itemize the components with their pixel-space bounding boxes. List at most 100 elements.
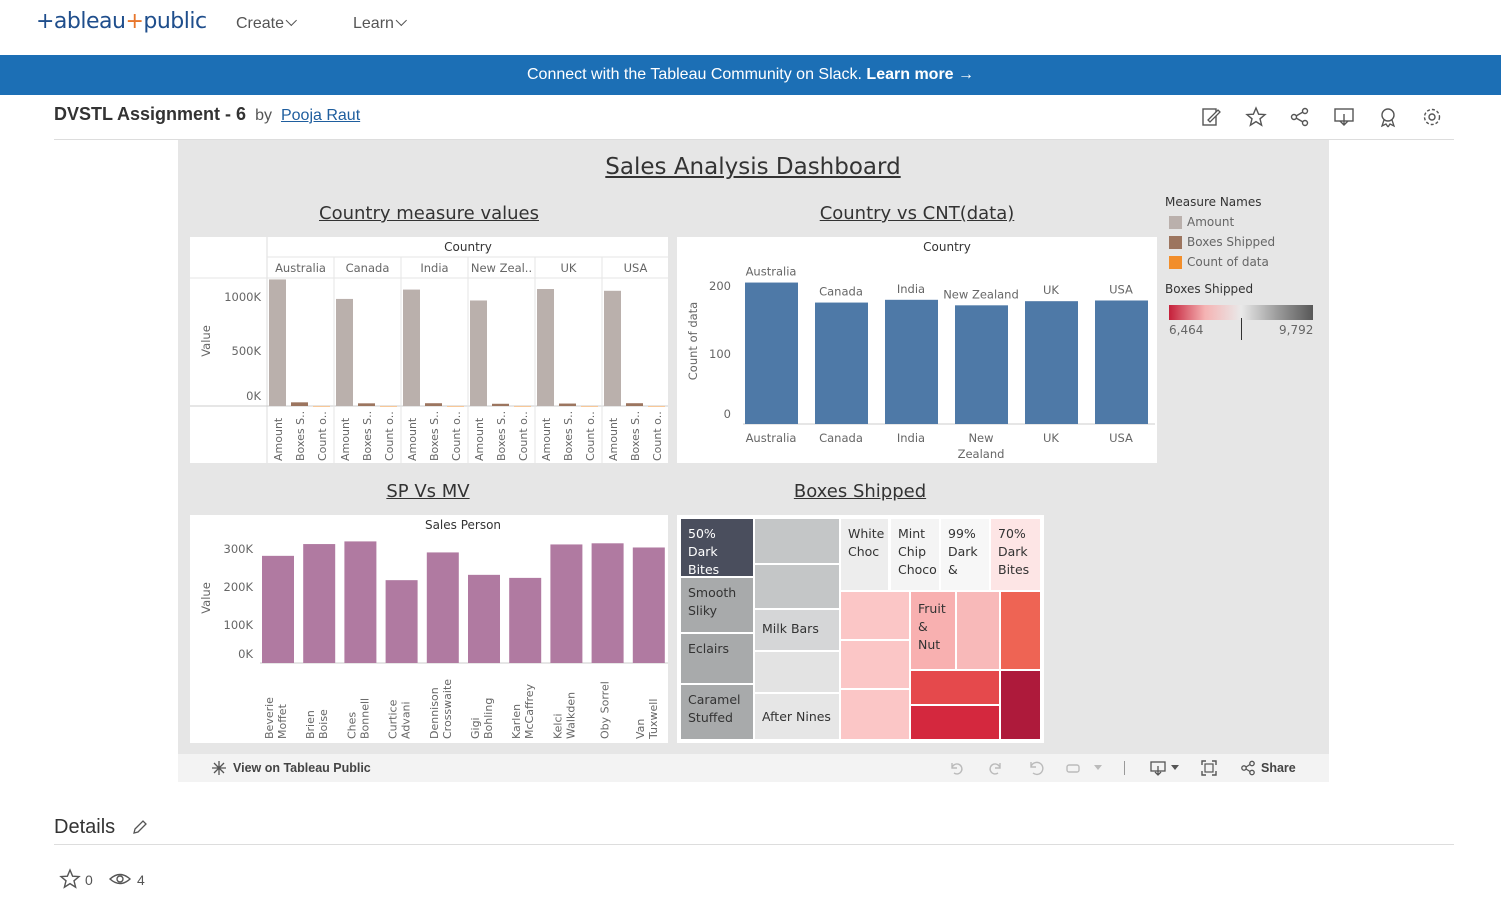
- learn-more-link[interactable]: Learn more →: [866, 66, 974, 83]
- measure-label: Boxes S..: [495, 411, 508, 461]
- legend-item[interactable]: Boxes Shipped: [1187, 235, 1275, 249]
- share-icon[interactable]: [1240, 760, 1256, 776]
- category-label: India: [420, 261, 448, 275]
- bar: [1095, 300, 1148, 424]
- treemap-cell[interactable]: White Choc: [841, 519, 888, 590]
- treemap-cell[interactable]: Caramel Stuffed: [681, 685, 753, 739]
- country-count-chart[interactable]: Country 200 100 0 Count of data Australia Aust…: [677, 237, 1157, 463]
- treemap-cell[interactable]: [755, 519, 839, 563]
- measure-label: Boxes S..: [629, 411, 642, 461]
- chevron-down-icon[interactable]: [1171, 765, 1179, 771]
- dashboard-canvas[interactable]: Sales Analysis Dashboard Country measure…: [178, 140, 1329, 754]
- bar: [632, 547, 665, 663]
- legend-item[interactable]: Amount: [1187, 215, 1234, 229]
- boxes-shipped-treemap[interactable]: 50% Dark Bites Smooth Sliky Eclairs Cara…: [677, 515, 1044, 743]
- treemap-cell[interactable]: [911, 671, 999, 704]
- legend-item[interactable]: Count of data: [1187, 255, 1269, 269]
- pencil-icon[interactable]: [132, 820, 147, 835]
- fullscreen-icon[interactable]: [1201, 760, 1217, 776]
- tableau-public-logo[interactable]: +ableau+public: [36, 9, 207, 34]
- author-link[interactable]: Pooja Raut: [281, 107, 360, 124]
- tableau-icon: [212, 761, 226, 775]
- star-icon[interactable]: [1245, 106, 1267, 128]
- x-tick-label: Karlen: [510, 704, 523, 739]
- measure-label: Boxes S..: [562, 411, 575, 461]
- bar: [492, 403, 509, 406]
- redo-icon[interactable]: [988, 760, 1004, 776]
- data-label: Canada: [819, 285, 863, 299]
- badge-icon[interactable]: [1377, 106, 1399, 128]
- treemap-cell[interactable]: [841, 641, 909, 688]
- bar: [344, 541, 377, 663]
- treemap-cell[interactable]: [841, 690, 909, 739]
- treemap-cell[interactable]: [841, 592, 909, 639]
- treemap-cell[interactable]: [1001, 592, 1040, 669]
- x-tick-label: Zealand: [958, 447, 1005, 461]
- treemap-cell[interactable]: [957, 592, 999, 669]
- treemap-cell[interactable]: Smooth Sliky: [681, 578, 753, 632]
- x-tick-label: New: [968, 431, 993, 445]
- bar: [550, 544, 583, 663]
- treemap-cell[interactable]: 70% Dark Bites: [991, 519, 1040, 590]
- x-tick-label: India: [897, 431, 925, 445]
- bar: [509, 577, 542, 663]
- data-label: USA: [1109, 282, 1133, 296]
- treemap-cell[interactable]: [1001, 671, 1040, 739]
- treemap-cell[interactable]: 50% Dark Bites: [681, 519, 753, 576]
- share-button[interactable]: Share: [1261, 761, 1296, 775]
- edit-icon[interactable]: [1200, 106, 1222, 128]
- viz-title-bar: DVSTL Assignment - 6 by Pooja Raut: [54, 104, 361, 124]
- refresh-icon[interactable]: [1065, 760, 1081, 776]
- download-icon[interactable]: [1150, 760, 1168, 776]
- eye-icon: [108, 873, 132, 885]
- bar: [426, 552, 459, 663]
- treemap-cell[interactable]: [755, 652, 839, 692]
- bar: [581, 405, 598, 407]
- learn-menu[interactable]: Learn: [353, 14, 407, 33]
- bar: [1025, 301, 1078, 424]
- bar: [269, 279, 286, 406]
- undo-icon[interactable]: [948, 760, 964, 776]
- download-icon[interactable]: [1333, 106, 1355, 128]
- gradient-max: 9,792: [1279, 323, 1314, 337]
- treemap-cell[interactable]: Milk Bars: [755, 610, 839, 650]
- y-tick-label: 200K: [224, 580, 254, 594]
- treemap-cell[interactable]: Mint Chip Choco: [891, 519, 939, 590]
- create-menu[interactable]: Create: [236, 14, 297, 33]
- view-on-tableau-link[interactable]: View on Tableau Public: [233, 761, 371, 775]
- x-tick-label: Moffet: [276, 703, 289, 739]
- y-axis-label: Value: [199, 582, 213, 614]
- bar: [514, 405, 531, 407]
- treemap-cell[interactable]: Eclairs: [681, 634, 753, 683]
- country-measure-chart[interactable]: Country 1000K 500K 0K Value Australia Amount Bo…: [190, 237, 668, 463]
- share-icon[interactable]: [1289, 106, 1311, 128]
- treemap-cell[interactable]: After Nines: [755, 694, 839, 739]
- data-label: UK: [1043, 283, 1059, 297]
- treemap-cell[interactable]: [755, 565, 839, 608]
- treemap-cell[interactable]: Fruit & Nut: [911, 592, 955, 669]
- category-label: USA: [624, 261, 648, 275]
- chevron-down-icon[interactable]: [1094, 765, 1102, 771]
- bar: [470, 300, 487, 406]
- measure-label: Amount: [540, 417, 553, 461]
- sp-mv-svg: Sales Person 300K 200K 100K 0K Value Beverie Mo…: [199, 518, 668, 740]
- bar: [885, 299, 938, 424]
- revert-icon[interactable]: [1028, 760, 1044, 776]
- star-icon[interactable]: [59, 868, 81, 890]
- data-label: India: [897, 282, 925, 296]
- gear-icon[interactable]: [1421, 106, 1443, 128]
- y-axis-label: Count of data: [686, 302, 700, 380]
- bar: [604, 290, 621, 406]
- treemap-cell[interactable]: 99% Dark &: [941, 519, 989, 590]
- measure-label: Count o..: [584, 411, 597, 461]
- gradient-marker: [1241, 318, 1242, 340]
- bar: [385, 580, 418, 663]
- treemap-cell[interactable]: [911, 706, 999, 739]
- column-header: Sales Person: [425, 518, 501, 532]
- x-tick-label: McCaffrey: [523, 683, 536, 739]
- sp-mv-chart[interactable]: Sales Person 300K 200K 100K 0K Value Beverie Mo…: [190, 515, 668, 743]
- measure-label: Count o..: [383, 411, 396, 461]
- legend-swatch-amount: [1169, 216, 1182, 229]
- view-count: 4: [137, 872, 145, 888]
- x-tick-label: Ches: [345, 712, 358, 739]
